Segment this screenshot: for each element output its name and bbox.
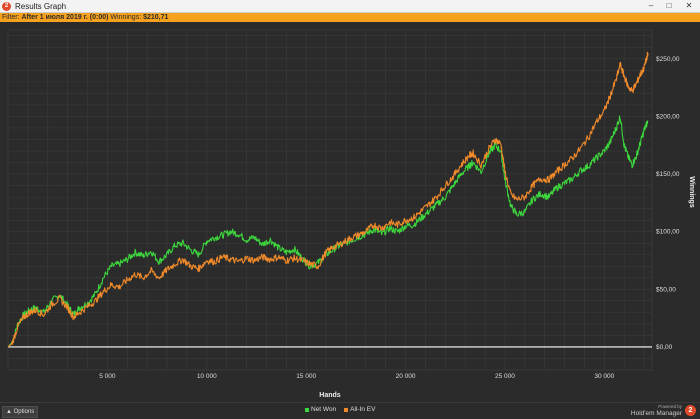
x-tick-label: 15 000 (296, 373, 316, 380)
close-button[interactable]: ✕ (678, 0, 700, 12)
legend-swatch-net-won (305, 407, 309, 412)
y-tick-label: $250,00 (656, 56, 680, 63)
brand-block: Powered by Hold'em Manager 2 (631, 403, 696, 417)
options-button[interactable]: ▲ Options (2, 406, 39, 418)
legend-label-all-in-ev: All-In EV (350, 406, 376, 413)
x-tick-label: 30 000 (594, 373, 614, 380)
plot-area (7, 29, 653, 371)
winnings-label: Winnings: (110, 14, 142, 21)
filter-bar: Filter: After 1 июля 2019 г. (0:00) Winn… (0, 13, 700, 22)
legend-item-all-in-ev[interactable]: All-In EV (344, 406, 375, 413)
y-tick-label: $0,00 (656, 344, 673, 351)
y-tick-label: $200,00 (656, 113, 680, 120)
y-tick-label: $150,00 (656, 171, 680, 178)
results-chart: 5 000 10 000 15 000 20 000 25 000 30 000 $0,00… (0, 22, 700, 400)
legend-item-net-won[interactable]: Net Won (305, 406, 336, 413)
x-tick-label: 5 000 (99, 373, 116, 380)
footer-bar: ▲ Options Net Won All-In EV Powered by H… (0, 402, 700, 419)
app-logo-icon: 2 (2, 1, 11, 11)
maximize-button[interactable]: □ (660, 0, 678, 12)
x-axis-label: Hands (319, 392, 341, 399)
legend-label-net-won: Net Won (311, 406, 337, 413)
brand-name: Hold'em Manager (630, 410, 682, 417)
brand-logo-icon: 2 (685, 404, 696, 416)
chart-legend: Net Won All-In EV (305, 406, 375, 413)
x-tick-label: 20 000 (396, 373, 416, 380)
winnings-value: $210,71 (143, 14, 169, 21)
y-tick-label: $50,00 (656, 286, 676, 293)
y-tick-label: $100,00 (656, 229, 680, 236)
legend-swatch-all-in-ev (344, 407, 349, 412)
title-bar: 2 Results Graph – □ ✕ (0, 0, 700, 13)
x-tick-label: 10 000 (197, 373, 217, 380)
options-label: Options (13, 409, 35, 415)
window-title: Results Graph (15, 1, 67, 11)
y-axis-label: Winnings (688, 176, 695, 208)
filter-label: Filter: (2, 14, 20, 21)
triangle-up-icon: ▲ (6, 409, 12, 415)
powered-by-label: Powered by (658, 404, 682, 409)
minimize-button[interactable]: – (642, 0, 660, 12)
results-chart-svg: 5 000 10 000 15 000 20 000 25 000 30 000 $0,00… (7, 29, 695, 399)
x-tick-label: 25 000 (495, 373, 515, 380)
filter-value: After 1 июля 2019 г. (0:00) (21, 14, 109, 21)
window-controls: – □ ✕ (642, 0, 700, 12)
